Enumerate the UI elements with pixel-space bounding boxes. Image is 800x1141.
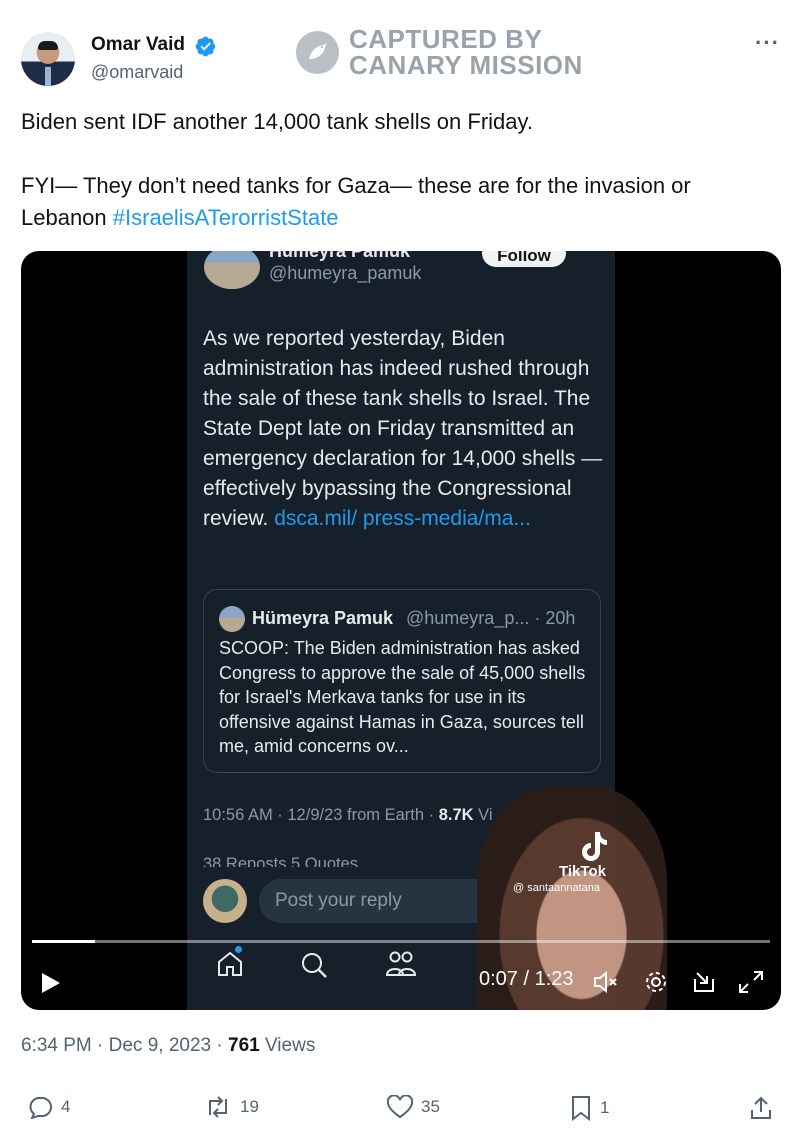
heart-icon xyxy=(387,1095,413,1119)
like-button[interactable]: 35 xyxy=(387,1095,440,1119)
hashtag-link[interactable]: #IsraelisATerorristState xyxy=(113,205,339,230)
video-timecode: 0:07 / 1:23 xyxy=(479,968,574,990)
bookmark-button[interactable]: 1 xyxy=(570,1095,609,1121)
fullscreen-icon[interactable] xyxy=(737,969,765,995)
share-icon xyxy=(751,1096,771,1119)
communities-icon xyxy=(385,951,417,976)
inner-tweet-link: dsca.mil/ press-media/ma... xyxy=(274,507,531,530)
inner-author-handle: @humeyra_pamuk xyxy=(269,263,422,283)
play-icon[interactable] xyxy=(40,971,62,995)
view-count: 761 xyxy=(228,1035,260,1056)
settings-gear-icon[interactable] xyxy=(643,969,669,995)
watermark: CAPTURED BY CANARY MISSION xyxy=(296,26,583,78)
watermark-line2: CANARY MISSION xyxy=(349,50,583,80)
bookmark-count: 1 xyxy=(600,1098,610,1117)
mute-icon[interactable] xyxy=(592,970,620,994)
action-bar: 4 19 35 1 xyxy=(0,1095,800,1135)
tiktok-username: @ santaannatana xyxy=(513,882,601,894)
inner-follow-button: Follow xyxy=(482,251,566,267)
video-player[interactable]: Hümeyra Pamuk @humeyra_pamuk Follow ··· … xyxy=(21,251,781,1010)
repost-count: 19 xyxy=(240,1097,259,1116)
inner-time-text: 10:56 AM · 12/9/23 from Earth · xyxy=(203,806,439,824)
video-progress-bar[interactable] xyxy=(32,940,770,943)
inner-views: 8.7K xyxy=(438,806,474,824)
tweet-timestamp[interactable]: 6:34 PM · Dec 9, 2023 · 761 Views xyxy=(21,1035,315,1057)
notification-dot xyxy=(235,946,242,953)
author-handle[interactable]: @omarvaid xyxy=(91,62,183,83)
like-count: 35 xyxy=(421,1097,440,1116)
inner-tweet-body: As we reported yesterday, Biden administ… xyxy=(203,327,603,530)
quoted-tweet: Hümeyra Pamuk @humeyra_p... · 20h SCOOP:… xyxy=(203,589,601,773)
repost-button[interactable]: 19 xyxy=(204,1095,259,1119)
author-display-name[interactable]: Omar Vaid xyxy=(91,34,185,56)
picture-in-picture-icon[interactable] xyxy=(692,970,718,994)
repost-icon xyxy=(209,1096,227,1118)
inner-tweet-text: As we reported yesterday, Biden administ… xyxy=(203,324,611,534)
home-icon xyxy=(218,951,242,976)
timestamp-text: 6:34 PM · Dec 9, 2023 · xyxy=(21,1035,228,1056)
more-options-icon[interactable]: ··· xyxy=(755,30,780,56)
inner-views-suffix: Vi xyxy=(473,806,493,824)
verified-badge-icon xyxy=(195,36,216,57)
inner-timestamp: 10:56 AM · 12/9/23 from Earth · 8.7K Vi xyxy=(203,806,493,825)
quote-avatar xyxy=(219,606,245,632)
views-label: Views xyxy=(259,1035,316,1056)
tiktok-logo-icon xyxy=(582,832,607,861)
inner-stats: 38 Reposts 5 Quotes xyxy=(203,855,359,867)
author-avatar[interactable] xyxy=(21,32,75,86)
reply-count: 4 xyxy=(61,1097,71,1116)
quote-text: SCOOP: The Biden administration has aske… xyxy=(219,638,586,756)
reply-button[interactable]: 4 xyxy=(27,1095,70,1119)
inner-avatar xyxy=(204,251,260,289)
reply-icon xyxy=(29,1097,52,1119)
tweet-text: Biden sent IDF another 14,000 tank shell… xyxy=(21,106,781,234)
tiktok-label: TikTok xyxy=(559,863,606,880)
reply-avatar xyxy=(203,879,247,923)
quote-meta: @humeyra_p... · 20h xyxy=(406,608,576,628)
inner-author-name: Hümeyra Pamuk xyxy=(269,251,411,261)
canary-logo-icon xyxy=(296,30,339,74)
watermark-line1: CAPTURED BY xyxy=(349,24,543,54)
bookmark-icon xyxy=(572,1096,590,1121)
quote-author-name: Hümeyra Pamuk xyxy=(252,608,394,628)
video-progress-fill xyxy=(32,940,95,943)
tweet: Omar Vaid @omarvaid CAPTURED BY CANARY M… xyxy=(0,0,800,1141)
tweet-text-line1: Biden sent IDF another 14,000 tank shell… xyxy=(21,109,533,134)
inner-more-icon: ··· xyxy=(581,251,597,259)
search-icon xyxy=(302,953,327,978)
share-button[interactable] xyxy=(749,1095,773,1121)
